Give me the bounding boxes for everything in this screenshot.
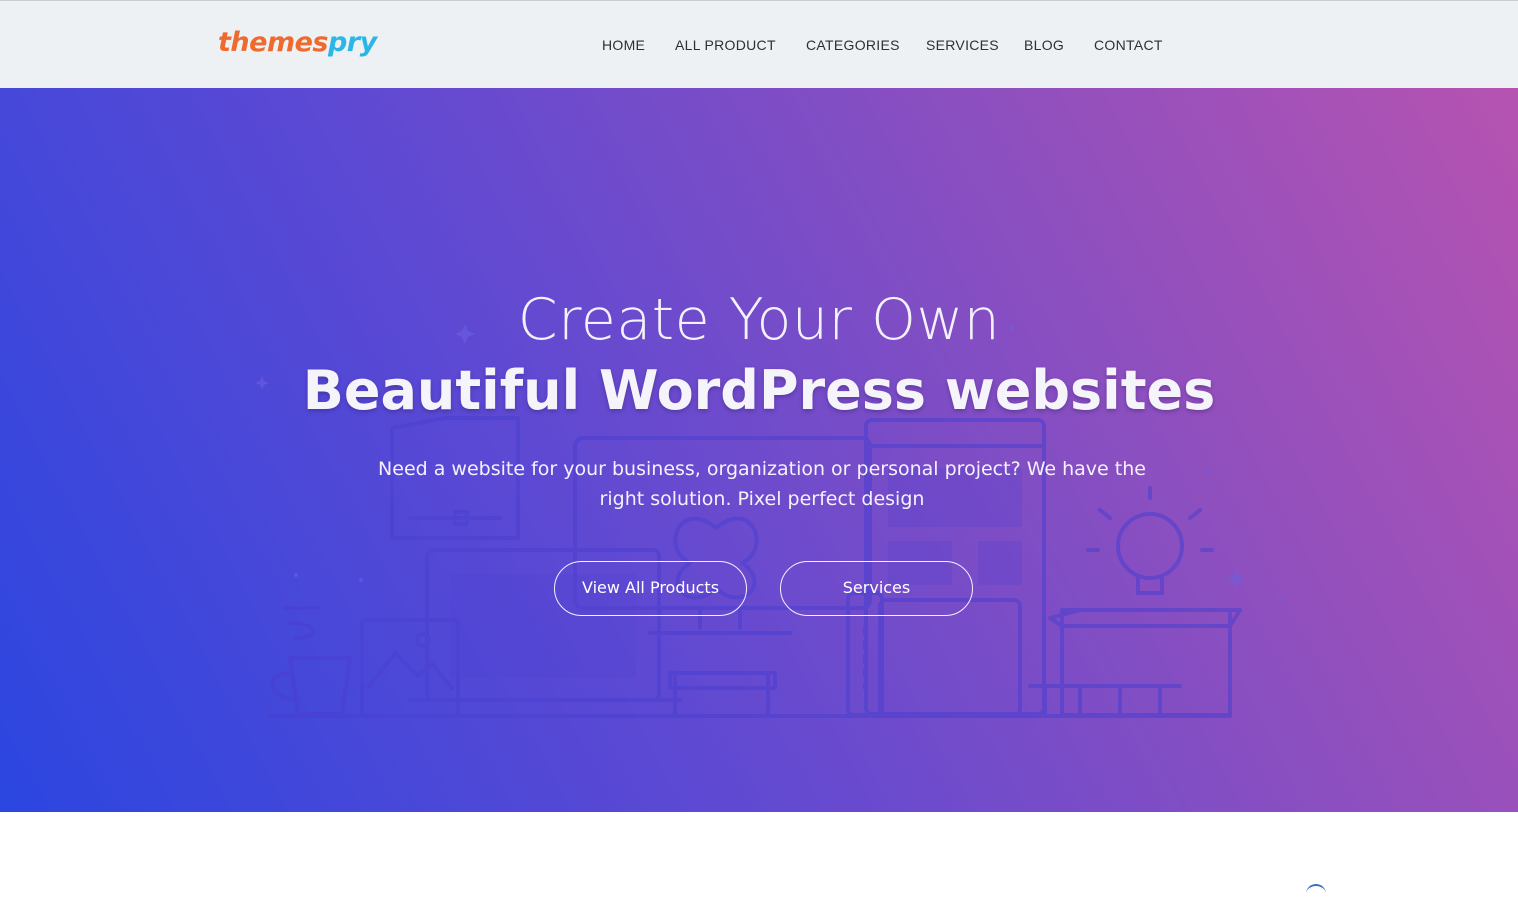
partial-icon <box>1306 884 1326 904</box>
hero-title-line1: Create Your Own <box>517 287 1001 353</box>
hero-title-line2: Beautiful WordPress websites <box>302 359 1216 422</box>
services-button[interactable]: Services <box>780 561 973 616</box>
hero-section: Create Your Own Beautiful WordPress webs… <box>0 88 1518 812</box>
nav-blog[interactable]: BLOG <box>1024 37 1064 53</box>
nav-services[interactable]: SERVICES <box>926 37 999 53</box>
nav-home[interactable]: HOME <box>602 37 645 53</box>
nav-categories[interactable]: CATEGORIES <box>806 37 900 53</box>
hero-background-illustration <box>255 324 1282 718</box>
nav-all-product[interactable]: ALL PRODUCT <box>675 37 776 53</box>
top-navbar: themespry HOME ALL PRODUCT CATEGORIES SE… <box>0 0 1518 88</box>
main-nav: HOME ALL PRODUCT CATEGORIES SERVICES BLO… <box>0 1 1518 89</box>
content-section <box>0 812 1518 889</box>
hero-subtitle: Need a website for your business, organi… <box>378 458 1146 510</box>
nav-contact[interactable]: CONTACT <box>1094 37 1163 53</box>
view-all-products-button[interactable]: View All Products <box>554 561 747 616</box>
